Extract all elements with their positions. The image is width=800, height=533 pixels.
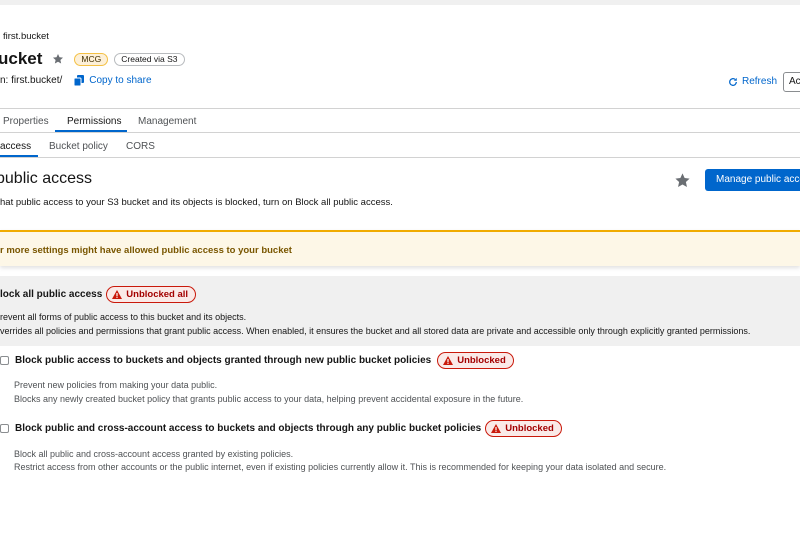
refresh-icon <box>729 77 737 86</box>
breadcrumb-item[interactable]: first.bucket <box>3 31 49 42</box>
option-any-policies-row: Block public and cross-account access to… <box>0 420 562 437</box>
option-new-policies-badge: Unblocked <box>437 352 514 369</box>
tabs-divider <box>0 132 800 133</box>
block-all-label: lock all public access <box>0 289 103 300</box>
tab-properties[interactable]: Properties <box>3 116 49 127</box>
copy-to-share-label: Copy to share <box>89 75 152 86</box>
option-any-policies-badge-text: Unblocked <box>505 423 554 434</box>
block-all-row: lock all public access Unblocked all <box>0 286 197 303</box>
option-new-policies-desc-1: Prevent new policies from making your da… <box>14 380 218 390</box>
section-title: public access <box>0 170 93 187</box>
option-new-policies-label[interactable]: Block public access to buckets and objec… <box>15 355 431 366</box>
refresh-button[interactable]: Refresh <box>728 76 777 87</box>
copy-to-share-button[interactable]: Copy to share <box>74 75 152 86</box>
option-any-policies-checkbox[interactable] <box>0 424 9 433</box>
unblocked-all-text: Unblocked all <box>126 289 189 300</box>
option-new-policies-badge-text: Unblocked <box>457 355 506 366</box>
bucket-header: ucket MCG Created via S3 <box>0 48 185 70</box>
option-any-policies-desc-1: Block all public and cross-account acces… <box>14 449 294 459</box>
tab-permissions[interactable]: Permissions <box>67 116 121 127</box>
top-strip <box>0 0 800 5</box>
manage-public-access-button[interactable]: Manage public access <box>705 169 800 191</box>
subtabs-divider <box>0 157 800 158</box>
unblocked-all-badge: Unblocked all <box>106 286 197 303</box>
subtab-public-access[interactable]: access <box>0 141 31 152</box>
warning-triangle-icon <box>443 356 454 365</box>
option-new-policies-checkbox[interactable] <box>0 356 9 365</box>
option-new-policies-desc-2: Blocks any newly created bucket policy t… <box>14 394 524 404</box>
header-divider <box>0 108 800 109</box>
refresh-label: Refresh <box>742 76 778 87</box>
bucket-path-row: n: first.bucket/ Copy to share <box>0 75 152 86</box>
option-any-policies-label[interactable]: Block public and cross-account access to… <box>15 423 481 434</box>
warning-alert: r more settings might have allowed publi… <box>0 230 800 266</box>
section-description: hat public access to your S3 bucket and … <box>0 197 393 208</box>
warning-text: r more settings might have allowed publi… <box>0 245 292 256</box>
favorite-star-icon[interactable] <box>674 172 691 189</box>
mcg-badge: MCG <box>74 52 109 66</box>
block-all-desc-1: revent all forms of public access to thi… <box>0 312 247 322</box>
breadcrumb[interactable]: first.bucket <box>3 31 49 42</box>
block-all-desc-2: verrides all policies and permissions th… <box>0 326 751 336</box>
warning-triangle-icon <box>112 290 123 299</box>
option-any-policies-desc-2: Restrict access from other accounts or t… <box>14 462 667 472</box>
created-via-badge: Created via S3 <box>114 52 185 66</box>
warning-triangle-icon <box>491 424 502 433</box>
option-any-policies-badge: Unblocked <box>485 420 562 437</box>
star-icon[interactable] <box>52 53 64 65</box>
subtab-cors[interactable]: CORS <box>126 141 155 152</box>
copy-icon <box>74 75 85 86</box>
subtab-bucket-policy[interactable]: Bucket policy <box>49 141 108 152</box>
bucket-path: n: first.bucket/ <box>0 75 63 86</box>
option-new-policies-row: Block public access to buckets and objec… <box>0 352 514 369</box>
actions-button[interactable]: Ac <box>783 72 800 92</box>
tab-management[interactable]: Management <box>138 116 196 127</box>
page-title: ucket <box>0 49 43 68</box>
